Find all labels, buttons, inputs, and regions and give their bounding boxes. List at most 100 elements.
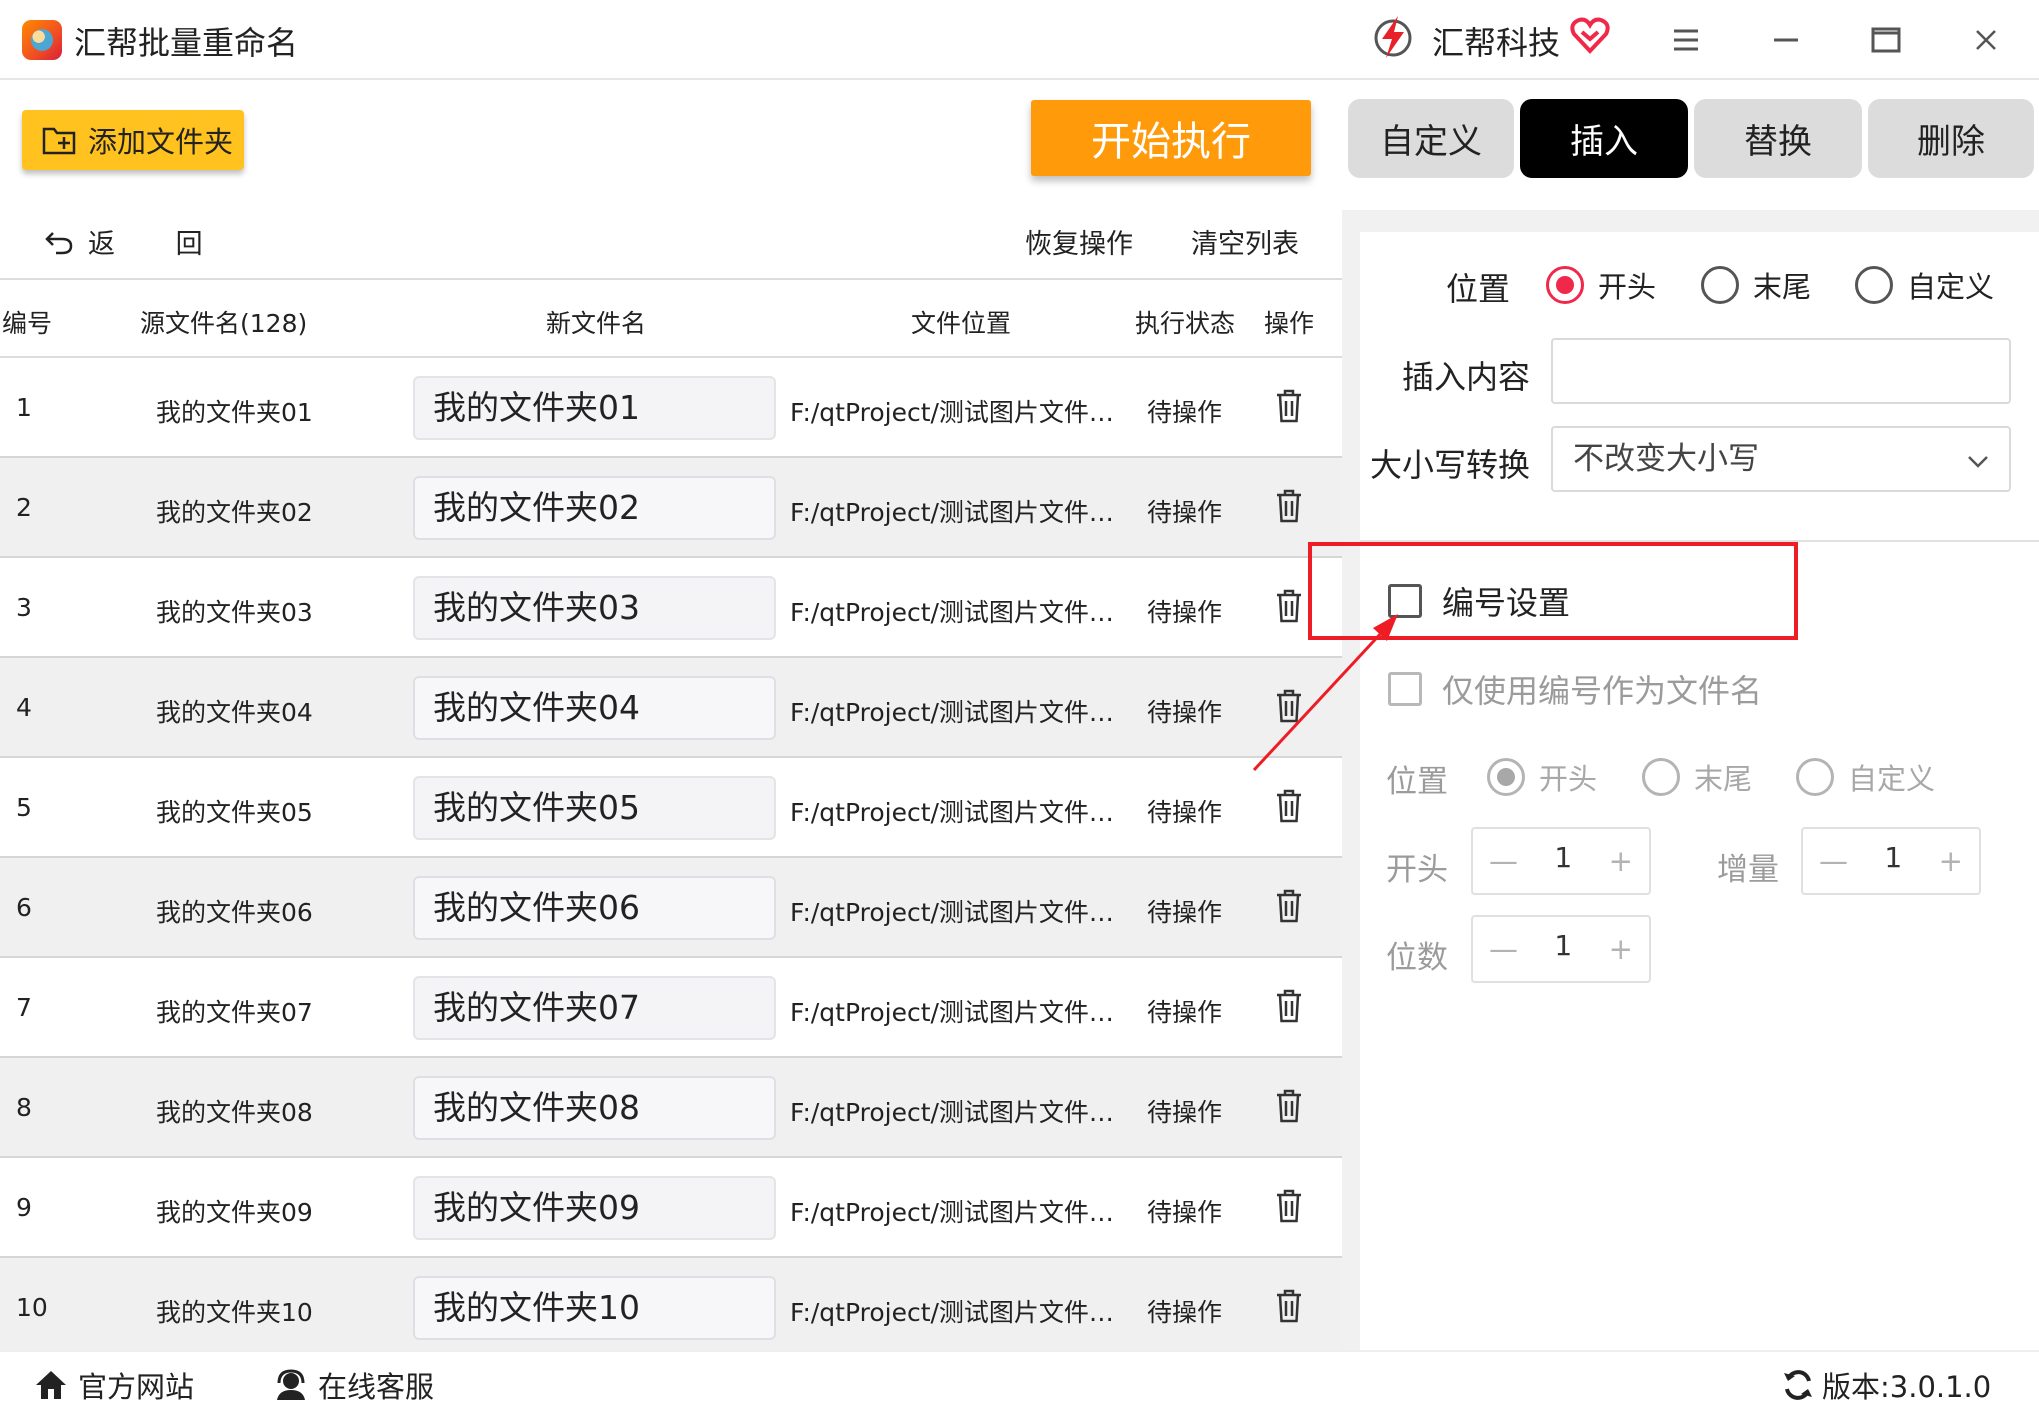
plus-icon[interactable]: +: [1939, 844, 1963, 878]
numbering-position-radio-label: 自定义: [1848, 762, 1936, 796]
header-status: 执行状态: [1135, 309, 1236, 338]
radio-circle-icon[interactable]: [1546, 266, 1584, 304]
trash-icon[interactable]: [1274, 388, 1304, 424]
back-button[interactable]: 返 回: [44, 222, 229, 261]
row-number: 1: [16, 393, 32, 422]
official-website-link[interactable]: 官方网站: [34, 1364, 194, 1406]
row-number: 5: [16, 793, 32, 822]
row-new-name-input[interactable]: 我的文件夹01: [413, 376, 776, 440]
radio-circle-icon[interactable]: [1796, 758, 1834, 796]
table-row[interactable]: 3 我的文件夹03 我的文件夹03 F:/qtProject/测试图片文件夹/.…: [0, 558, 1342, 658]
table-row[interactable]: 7 我的文件夹07 我的文件夹07 F:/qtProject/测试图片文件夹/.…: [0, 958, 1342, 1058]
radio-circle-icon[interactable]: [1701, 266, 1739, 304]
digits-value[interactable]: 1: [1554, 929, 1572, 962]
digits-stepper[interactable]: — 1 +: [1471, 915, 1651, 983]
trash-icon[interactable]: [1274, 1188, 1304, 1224]
add-folder-button[interactable]: 添加文件夹: [22, 110, 244, 170]
table-row[interactable]: 8 我的文件夹08 我的文件夹08 F:/qtProject/测试图片文件夹/.…: [0, 1058, 1342, 1158]
row-location: F:/qtProject/测试图片文件夹/...: [790, 1098, 1130, 1127]
trash-icon[interactable]: [1274, 988, 1304, 1024]
row-number: 2: [16, 493, 32, 522]
trash-icon[interactable]: [1274, 1288, 1304, 1324]
minimize-icon[interactable]: [1764, 18, 1808, 62]
row-new-name-input[interactable]: 我的文件夹07: [413, 976, 776, 1040]
refresh-icon[interactable]: [1782, 1369, 1814, 1401]
row-location: F:/qtProject/测试图片文件夹/...: [790, 1198, 1130, 1227]
row-source-name: 我的文件夹10: [156, 1298, 313, 1327]
chevron-down-icon: [1968, 456, 1988, 468]
only-number-checkbox-box[interactable]: [1388, 672, 1422, 706]
start-stepper[interactable]: — 1 +: [1471, 827, 1651, 895]
row-status: 待操作: [1147, 1198, 1223, 1227]
close-icon[interactable]: [1964, 18, 2008, 62]
tab-custom[interactable]: 自定义: [1348, 99, 1514, 178]
minus-icon[interactable]: —: [1489, 844, 1518, 878]
insert-position-radio-3[interactable]: 自定义: [1855, 264, 1994, 306]
row-status: 待操作: [1147, 798, 1223, 827]
row-number: 8: [16, 1093, 32, 1122]
plus-icon[interactable]: +: [1609, 844, 1633, 878]
vip-heart-icon[interactable]: [1570, 16, 1610, 54]
trash-icon[interactable]: [1274, 788, 1304, 824]
back-arrow-icon: [45, 231, 73, 254]
radio-circle-icon[interactable]: [1487, 758, 1525, 796]
only-number-checkbox[interactable]: 仅使用编号作为文件名: [1388, 666, 1762, 712]
row-new-name-input[interactable]: 我的文件夹04: [413, 676, 776, 740]
version-label: 版本:3.0.1.0: [1822, 1370, 1992, 1404]
numbering-position-radio-label: 开头: [1539, 762, 1598, 796]
trash-icon[interactable]: [1274, 488, 1304, 524]
online-support-link[interactable]: 在线客服: [274, 1364, 434, 1406]
clear-list-button[interactable]: 清空列表: [1191, 222, 1299, 261]
numbering-position-radio-3[interactable]: 自定义: [1796, 756, 1935, 798]
insert-position-radio-2[interactable]: 末尾: [1701, 264, 1811, 306]
header-action: 操作: [1264, 309, 1315, 338]
start-value[interactable]: 1: [1554, 841, 1572, 874]
row-new-name-input[interactable]: 我的文件夹03: [413, 576, 776, 640]
table-row[interactable]: 5 我的文件夹05 我的文件夹05 F:/qtProject/测试图片文件夹/.…: [0, 758, 1342, 858]
version-info: 版本:3.0.1.0: [1782, 1364, 1991, 1406]
table-row[interactable]: 2 我的文件夹02 我的文件夹02 F:/qtProject/测试图片文件夹/.…: [0, 458, 1342, 558]
numbering-position-radio-2[interactable]: 末尾: [1642, 756, 1752, 798]
row-new-name-input[interactable]: 我的文件夹05: [413, 776, 776, 840]
header-location: 文件位置: [911, 309, 1012, 338]
tab-insert[interactable]: 插入: [1520, 99, 1688, 178]
insert-position-radio-label: 开头: [1598, 270, 1657, 304]
numbering-digits-label: 位数: [1386, 940, 1448, 976]
numbering-position-radio-1[interactable]: 开头: [1487, 756, 1597, 798]
trash-icon[interactable]: [1274, 888, 1304, 924]
table-row[interactable]: 9 我的文件夹09 我的文件夹09 F:/qtProject/测试图片文件夹/.…: [0, 1158, 1342, 1258]
minus-icon[interactable]: —: [1489, 932, 1518, 966]
numbering-position-radio-label: 末尾: [1694, 762, 1753, 796]
start-button[interactable]: 开始执行: [1031, 100, 1311, 176]
trash-icon[interactable]: [1274, 1088, 1304, 1124]
row-status: 待操作: [1147, 998, 1223, 1027]
case-convert-select[interactable]: 不改变大小写: [1551, 426, 2011, 492]
trash-icon[interactable]: [1274, 588, 1304, 624]
increment-value[interactable]: 1: [1884, 841, 1902, 874]
radio-circle-icon[interactable]: [1855, 266, 1893, 304]
tab-delete[interactable]: 删除: [1868, 99, 2034, 178]
row-new-name-input[interactable]: 我的文件夹10: [413, 1276, 776, 1340]
row-new-name-input[interactable]: 我的文件夹02: [413, 476, 776, 540]
insert-position-radio-1[interactable]: 开头: [1546, 264, 1656, 306]
insert-content-input[interactable]: [1551, 338, 2011, 404]
row-new-name-input[interactable]: 我的文件夹06: [413, 876, 776, 940]
menu-icon[interactable]: [1664, 18, 1708, 62]
tab-replace[interactable]: 替换: [1694, 99, 1862, 178]
trash-icon[interactable]: [1274, 688, 1304, 724]
row-status: 待操作: [1147, 398, 1223, 427]
plus-icon[interactable]: +: [1609, 932, 1633, 966]
title-bar: 汇帮批量重命名 汇帮科技: [0, 0, 2039, 80]
table-row[interactable]: 10 我的文件夹10 我的文件夹10 F:/qtProject/测试图片文件夹/…: [0, 1258, 1342, 1358]
table-row[interactable]: 4 我的文件夹04 我的文件夹04 F:/qtProject/测试图片文件夹/.…: [0, 658, 1342, 758]
table-row[interactable]: 1 我的文件夹01 我的文件夹01 F:/qtProject/测试图片文件夹/.…: [0, 358, 1342, 458]
table-row[interactable]: 6 我的文件夹06 我的文件夹06 F:/qtProject/测试图片文件夹/.…: [0, 858, 1342, 958]
minus-icon[interactable]: —: [1819, 844, 1848, 878]
row-location: F:/qtProject/测试图片文件夹/...: [790, 598, 1130, 627]
increment-stepper[interactable]: — 1 +: [1801, 827, 1981, 895]
row-new-name-input[interactable]: 我的文件夹08: [413, 1076, 776, 1140]
restore-button[interactable]: 恢复操作: [1025, 222, 1133, 261]
maximize-icon[interactable]: [1864, 18, 1908, 62]
row-new-name-input[interactable]: 我的文件夹09: [413, 1176, 776, 1240]
radio-circle-icon[interactable]: [1642, 758, 1680, 796]
